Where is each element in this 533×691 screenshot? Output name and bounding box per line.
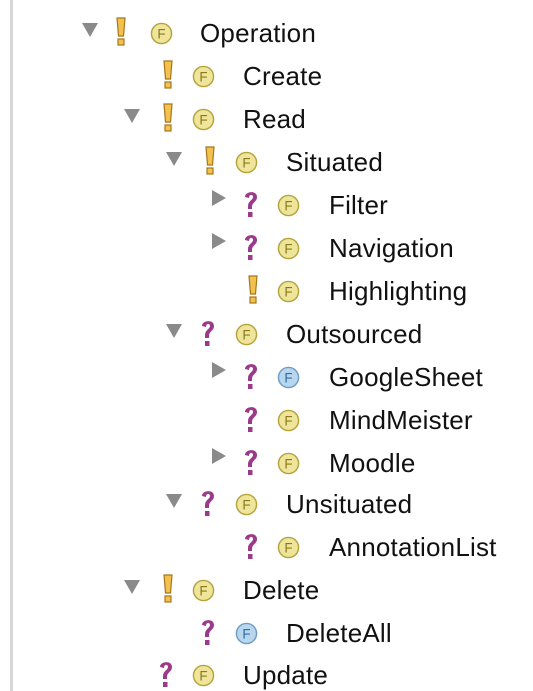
feature-icon: F [277, 237, 300, 260]
svg-text:F: F [284, 413, 292, 428]
row-update[interactable]: F Update [0, 655, 533, 691]
exclamation-icon [163, 60, 173, 89]
feature-icon: F [192, 579, 215, 602]
row-highlighting[interactable]: F Highlighting [0, 271, 533, 311]
tree-node-label: Operation [200, 18, 316, 48]
tree-node-label: MindMeister [329, 405, 473, 435]
svg-text:F: F [284, 198, 292, 213]
row-googlesheet[interactable]: F GoogleSheet [0, 357, 533, 397]
question-icon [245, 192, 257, 217]
svg-text:F: F [284, 540, 292, 555]
tree-node-label: GoogleSheet [329, 362, 483, 392]
feature-icon: F [150, 22, 173, 45]
row-operation[interactable]: F Operation [0, 13, 533, 53]
feature-icon: F [277, 194, 300, 217]
question-icon [160, 662, 172, 687]
tree-node-label: Navigation [329, 233, 454, 263]
triangle-right-icon[interactable] [212, 448, 226, 464]
question-icon [245, 364, 257, 389]
tree-node-label: Update [243, 660, 329, 690]
feature-icon: F [235, 493, 258, 516]
row-navigation[interactable]: F Navigation [0, 228, 533, 268]
exclamation-icon [205, 146, 215, 175]
feature-icon: F [192, 108, 215, 131]
feature-tree-panel: F Operation F Create F Read F Situated F… [0, 0, 533, 691]
triangle-down-icon[interactable] [166, 494, 182, 508]
question-icon [202, 491, 214, 516]
row-annotationlist[interactable]: F AnnotationList [0, 527, 533, 567]
question-icon [202, 321, 214, 346]
svg-text:F: F [199, 583, 207, 598]
question-icon [245, 450, 257, 475]
triangle-down-icon[interactable] [124, 109, 140, 123]
tree-node-label: Read [243, 104, 306, 134]
exclamation-icon [248, 275, 258, 304]
svg-text:F: F [242, 327, 250, 342]
question-icon [245, 407, 257, 432]
row-moodle[interactable]: F Moodle [0, 443, 533, 483]
concrete-feature-icon: F [235, 622, 258, 645]
row-situated[interactable]: F Situated [0, 142, 533, 182]
svg-text:F: F [199, 112, 207, 127]
row-filter[interactable]: F Filter [0, 185, 533, 225]
row-delete[interactable]: F Delete [0, 570, 533, 610]
tree-node-label: Situated [286, 147, 384, 177]
feature-icon: F [235, 323, 258, 346]
tree-node-label: DeleteAll [286, 618, 392, 648]
feature-icon: F [192, 65, 215, 88]
row-create[interactable]: F Create [0, 56, 533, 96]
concrete-feature-icon: F [277, 366, 300, 389]
row-read[interactable]: F Read [0, 99, 533, 139]
tree-node-label: Outsourced [286, 319, 423, 349]
svg-text:F: F [284, 370, 292, 385]
feature-icon: F [277, 536, 300, 559]
row-unsituated[interactable]: F Unsituated [0, 484, 533, 524]
feature-icon: F [235, 151, 258, 174]
row-mindmeister[interactable]: F MindMeister [0, 400, 533, 440]
svg-text:F: F [199, 668, 207, 683]
tree-node-label: Moodle [329, 448, 416, 478]
triangle-right-icon[interactable] [212, 233, 226, 249]
question-icon [245, 235, 257, 260]
svg-text:F: F [284, 284, 292, 299]
tree-node-label: Create [243, 61, 323, 91]
svg-text:F: F [284, 241, 292, 256]
question-icon [202, 620, 214, 645]
tree-node-label: Unsituated [286, 489, 413, 519]
svg-text:F: F [242, 626, 250, 641]
svg-text:F: F [157, 26, 165, 41]
row-outsourced[interactable]: F Outsourced [0, 314, 533, 354]
tree-node-label: AnnotationList [329, 532, 497, 562]
triangle-right-icon[interactable] [212, 190, 226, 206]
exclamation-icon [163, 574, 173, 603]
feature-icon: F [277, 452, 300, 475]
exclamation-icon [116, 17, 126, 46]
triangle-right-icon[interactable] [212, 362, 226, 378]
feature-icon: F [192, 664, 215, 687]
tree-node-label: Delete [243, 575, 320, 605]
triangle-down-icon[interactable] [166, 324, 182, 338]
svg-text:F: F [242, 155, 250, 170]
tree-node-label: Filter [329, 190, 388, 220]
exclamation-icon [163, 103, 173, 132]
triangle-down-icon[interactable] [124, 580, 140, 594]
svg-text:F: F [199, 69, 207, 84]
row-deleteall[interactable]: F DeleteAll [0, 613, 533, 653]
svg-text:F: F [284, 456, 292, 471]
triangle-down-icon[interactable] [166, 152, 182, 166]
triangle-down-icon[interactable] [82, 23, 98, 37]
svg-text:F: F [242, 497, 250, 512]
feature-icon: F [277, 409, 300, 432]
tree-node-label: Highlighting [329, 276, 468, 306]
feature-icon: F [277, 280, 300, 303]
question-icon [245, 534, 257, 559]
